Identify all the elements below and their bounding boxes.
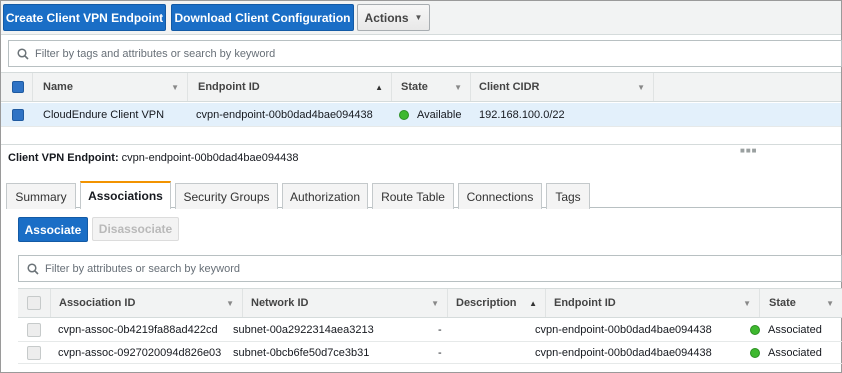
sort-ascending-icon: ▲ — [375, 82, 383, 92]
select-all-checkbox[interactable] — [27, 296, 41, 310]
column-header-description[interactable]: Description ▲ — [448, 289, 546, 317]
search-icon — [27, 262, 39, 275]
associate-button[interactable]: Associate — [18, 217, 88, 242]
status-associated-icon — [750, 325, 760, 335]
column-header-state[interactable]: State ▼ — [392, 73, 471, 101]
tab-connections[interactable]: Connections — [458, 183, 542, 209]
associations-table-header: Association ID ▼ Network ID ▼ Description ▲… — [18, 288, 842, 318]
network-id: subnet-00a2922314aea3213 — [233, 324, 374, 336]
tab-security-groups[interactable]: Security Groups — [175, 183, 278, 209]
actions-label: Actions — [364, 10, 409, 25]
create-endpoint-button[interactable]: Create Client VPN Endpoint — [3, 4, 166, 31]
column-header-state[interactable]: State ▼ — [760, 289, 842, 317]
association-id: cvpn-assoc-0927020094d826e03 — [58, 346, 222, 359]
association-state: Associated — [750, 342, 822, 363]
caret-down-icon: ▼ — [414, 13, 423, 22]
resize-grip-icon[interactable]: ■■■ — [740, 146, 758, 155]
sort-ascending-icon: ▲ — [529, 298, 537, 308]
details-endpoint-id: cvpn-endpoint-00b0dad4bae094438 — [121, 152, 299, 164]
status-associated-icon — [750, 347, 760, 358]
endpoint-id: cvpn-endpoint-00b0dad4bae094438 — [196, 108, 373, 121]
endpoint-client-cidr: 192.168.100.0/22 — [479, 108, 565, 121]
column-header-association-id[interactable]: Association ID ▼ — [51, 289, 243, 317]
endpoint-search-placeholder: Filter by tags and attributes or search … — [35, 47, 276, 60]
sort-descending-icon: ▼ — [743, 298, 751, 308]
details-tabs: Summary Associations Security Groups Aut… — [6, 181, 841, 209]
description: - — [438, 324, 442, 336]
association-endpoint-id: cvpn-endpoint-00b0dad4bae094438 — [535, 324, 712, 336]
panel-divider — [1, 144, 841, 145]
row-checkbox[interactable] — [12, 109, 24, 121]
row-checkbox[interactable] — [27, 346, 41, 360]
download-config-button[interactable]: Download Client Configuration — [171, 4, 354, 31]
sort-descending-icon: ▼ — [431, 298, 439, 308]
select-all-checkbox[interactable] — [12, 81, 24, 93]
endpoint-name: CloudEndure Client VPN — [43, 108, 165, 121]
column-header-client-cidr[interactable]: Client CIDR ▼ — [471, 73, 654, 101]
select-all-cell — [18, 289, 51, 317]
association-state: Associated — [750, 319, 822, 341]
endpoint-state: Available — [399, 103, 461, 126]
tab-authorization[interactable]: Authorization — [282, 183, 368, 209]
table-row[interactable]: CloudEndure Client VPN cvpn-endpoint-00b… — [1, 103, 841, 127]
associations-search-placeholder: Filter by attributes or search by keywor… — [45, 262, 241, 275]
table-row[interactable]: cvpn-assoc-0927020094d826e03 subnet-0bcb… — [18, 342, 842, 364]
tab-route-table[interactable]: Route Table — [372, 183, 454, 209]
column-header-endpoint-id[interactable]: Endpoint ID ▼ — [546, 289, 760, 317]
table-row[interactable]: cvpn-assoc-0b4219fa88ad422cd subnet-00a2… — [18, 319, 842, 342]
sort-descending-icon: ▼ — [226, 298, 234, 308]
endpoints-table-header: Name ▼ Endpoint ID ▲ State ▼ Client CIDR ▼ — [1, 72, 841, 102]
search-icon — [17, 47, 29, 60]
sort-descending-icon: ▼ — [637, 82, 645, 92]
column-header-endpoint-id[interactable]: Endpoint ID ▲ — [188, 73, 392, 101]
sort-descending-icon: ▼ — [171, 82, 179, 92]
description: - — [438, 346, 442, 359]
row-checkbox[interactable] — [27, 323, 41, 337]
column-header-network-id[interactable]: Network ID ▼ — [243, 289, 448, 317]
top-toolbar: Create Client VPN Endpoint Download Clie… — [1, 1, 841, 35]
actions-dropdown[interactable]: Actions ▼ — [357, 4, 430, 31]
tab-tags[interactable]: Tags — [546, 183, 590, 209]
disassociate-button[interactable]: Disassociate — [92, 217, 179, 241]
association-endpoint-id: cvpn-endpoint-00b0dad4bae094438 — [535, 346, 712, 359]
tab-associations[interactable]: Associations — [80, 181, 171, 209]
column-header-name[interactable]: Name ▼ — [33, 73, 188, 101]
endpoint-search-input[interactable]: Filter by tags and attributes or search … — [8, 40, 842, 67]
details-label: Client VPN Endpoint: — [8, 152, 119, 164]
association-id: cvpn-assoc-0b4219fa88ad422cd — [58, 324, 218, 336]
select-all-cell — [1, 73, 33, 101]
associations-search-input[interactable]: Filter by attributes or search by keywor… — [18, 255, 842, 282]
details-title: Client VPN Endpoint: cvpn-endpoint-00b0d… — [8, 152, 298, 164]
sort-descending-icon: ▼ — [454, 82, 462, 92]
sort-descending-icon: ▼ — [826, 298, 834, 308]
status-available-icon — [399, 109, 409, 120]
network-id: subnet-0bcb6fe50d7ce3b31 — [233, 346, 370, 359]
tab-summary[interactable]: Summary — [6, 183, 76, 209]
